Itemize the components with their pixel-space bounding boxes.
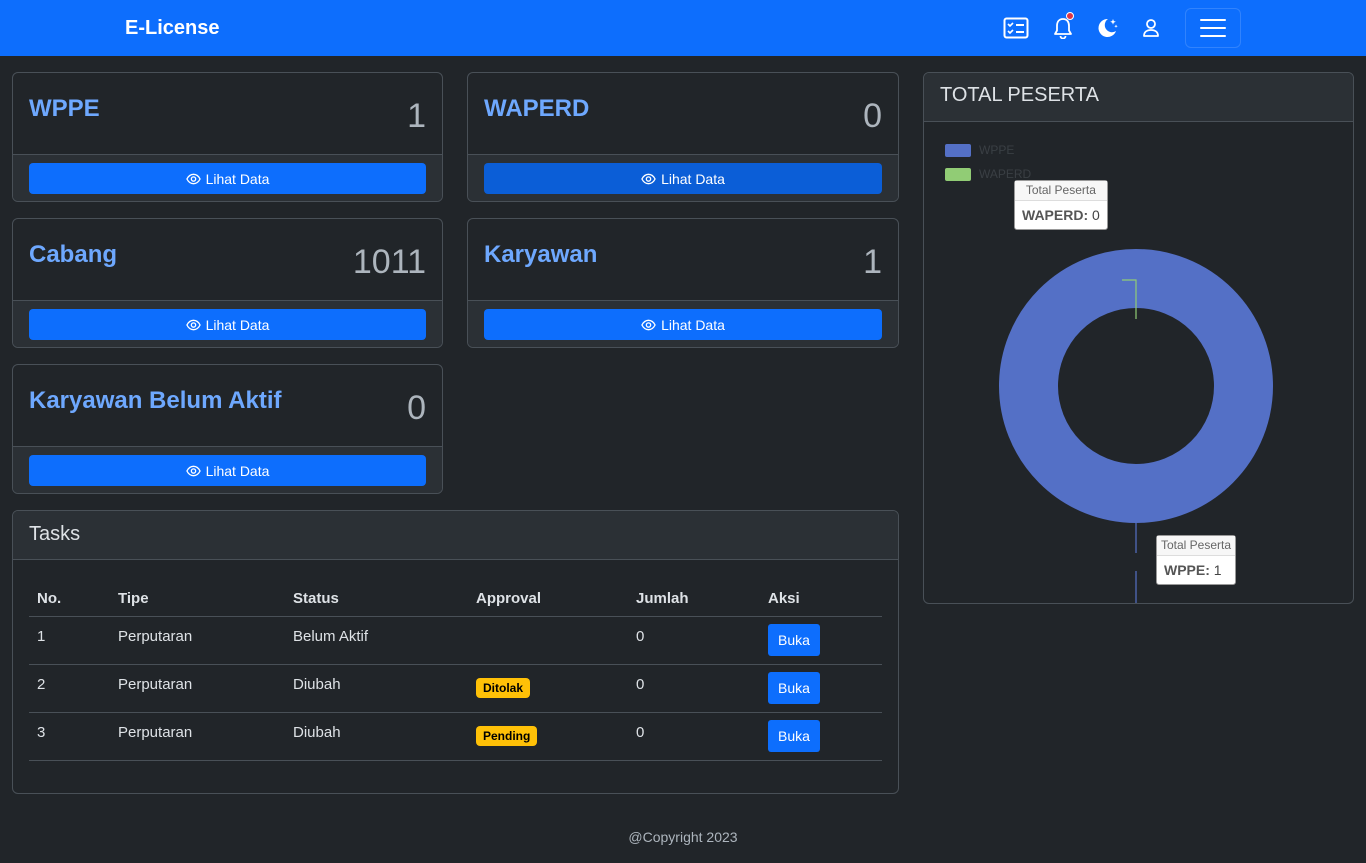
- cell-jumlah: 0: [636, 627, 645, 645]
- view-data-button[interactable]: Lihat Data: [484, 163, 882, 194]
- open-button[interactable]: Buka: [768, 672, 820, 704]
- stat-card-cabang: Cabang 1011 Lihat Data: [12, 218, 443, 348]
- column-header: No.: [29, 581, 110, 617]
- cell-tipe: Perputaran: [118, 627, 193, 645]
- chart-title: TOTAL PESERTA: [940, 84, 1099, 106]
- footer-copyright: @Copyright 2023: [628, 829, 738, 845]
- top-navbar: E-License: [0, 0, 1366, 56]
- view-data-button[interactable]: Lihat Data: [29, 163, 426, 194]
- cell-status: Belum Aktif: [293, 627, 369, 645]
- moon-stars-icon[interactable]: [1091, 12, 1123, 44]
- cell-no: 1: [37, 627, 46, 645]
- column-header: Tipe: [110, 581, 285, 617]
- stat-title: Karyawan Belum Aktif: [29, 387, 282, 414]
- stat-card-wppe: WPPE 1 Lihat Data: [12, 72, 443, 202]
- view-data-button[interactable]: Lihat Data: [29, 455, 426, 486]
- cell-status: Diubah: [293, 723, 341, 741]
- cell-tipe: Perputaran: [118, 675, 193, 693]
- view-data-label: Lihat Data: [661, 170, 725, 187]
- cell-no: 3: [37, 723, 46, 741]
- table-row: 3 Perputaran Diubah Pending 0 Buka: [29, 712, 882, 761]
- stat-card-waperd: WAPERD 0 Lihat Data: [467, 72, 899, 202]
- stat-value: 0: [863, 97, 882, 135]
- view-data-button[interactable]: Lihat Data: [484, 309, 882, 340]
- cell-jumlah: 0: [636, 675, 645, 693]
- cell-tipe: Perputaran: [118, 723, 193, 741]
- tooltip-waperd: Total Peserta WAPERD: 0: [1014, 180, 1108, 230]
- table-header-row: No. Tipe Status Approval Jumlah Aksi: [29, 581, 882, 617]
- cell-status: Diubah: [293, 675, 341, 693]
- table-row: 1 Perputaran Belum Aktif 0 Buka: [29, 616, 882, 665]
- tasks-title: Tasks: [29, 523, 81, 545]
- cell-jumlah: 0: [636, 723, 645, 741]
- column-header: Jumlah: [628, 581, 760, 617]
- view-data-label: Lihat Data: [205, 170, 270, 187]
- view-data-button[interactable]: Lihat Data: [29, 309, 426, 340]
- stat-title: Karyawan: [484, 241, 598, 268]
- eye-icon: [185, 319, 201, 330]
- tooltip-label: WPPE:: [1164, 562, 1210, 578]
- cell-no: 2: [37, 675, 46, 693]
- view-data-label: Lihat Data: [661, 316, 725, 333]
- tooltip-header: Total Peserta: [1015, 181, 1107, 201]
- stat-value: 1: [863, 243, 882, 281]
- stat-card-karyawan-belum-aktif: Karyawan Belum Aktif 0 Lihat Data: [12, 364, 443, 494]
- tooltip-value: 0: [1092, 207, 1100, 223]
- task-list-icon[interactable]: [1000, 12, 1032, 44]
- chart-header: TOTAL PESERTA: [924, 73, 1353, 122]
- open-button[interactable]: Buka: [768, 720, 820, 752]
- stat-title: WAPERD: [484, 95, 590, 122]
- stat-value: 1: [407, 97, 426, 135]
- brand-title[interactable]: E-License: [125, 17, 219, 40]
- tasks-table: No. Tipe Status Approval Jumlah Aksi 1 P…: [29, 581, 882, 761]
- hamburger-icon[interactable]: [1185, 8, 1241, 48]
- stat-value: 1011: [352, 243, 426, 281]
- open-button[interactable]: Buka: [768, 624, 820, 656]
- table-row: 2 Perputaran Diubah Ditolak 0 Buka: [29, 664, 882, 713]
- eye-icon: [641, 173, 656, 184]
- tooltip-value: 1: [1213, 562, 1222, 578]
- approval-badge: Ditolak: [476, 678, 531, 698]
- approval-badge: Pending: [476, 726, 538, 746]
- user-icon[interactable]: [1135, 12, 1167, 44]
- stat-value: 0: [407, 389, 426, 427]
- eye-icon: [185, 173, 201, 184]
- eye-icon: [185, 465, 201, 476]
- column-header: Aksi: [760, 581, 882, 617]
- stat-title: Cabang: [29, 241, 118, 268]
- tooltip-header: Total Peserta: [1157, 536, 1236, 556]
- view-data-label: Lihat Data: [205, 316, 270, 333]
- view-data-label: Lihat Data: [205, 462, 270, 479]
- tasks-card: Tasks No. Tipe Status Approval Jumlah Ak…: [12, 510, 899, 794]
- leader-connector: [1135, 521, 1137, 553]
- bell-icon[interactable]: [1047, 12, 1079, 44]
- stat-card-karyawan: Karyawan 1 Lihat Data: [467, 218, 899, 348]
- chart-card: TOTAL PESERTA WPPE WAPERD Total Peserta …: [923, 72, 1354, 604]
- notification-dot: [1066, 12, 1074, 20]
- column-header: Status: [285, 581, 468, 617]
- tooltip-label: WAPERD:: [1022, 207, 1089, 223]
- stat-title: WPPE: [29, 95, 100, 122]
- column-header: Approval: [468, 581, 628, 617]
- tooltip-wppe: Total Peserta WPPE: 1: [1156, 535, 1237, 585]
- eye-icon: [641, 319, 656, 330]
- tasks-header: Tasks: [13, 511, 898, 560]
